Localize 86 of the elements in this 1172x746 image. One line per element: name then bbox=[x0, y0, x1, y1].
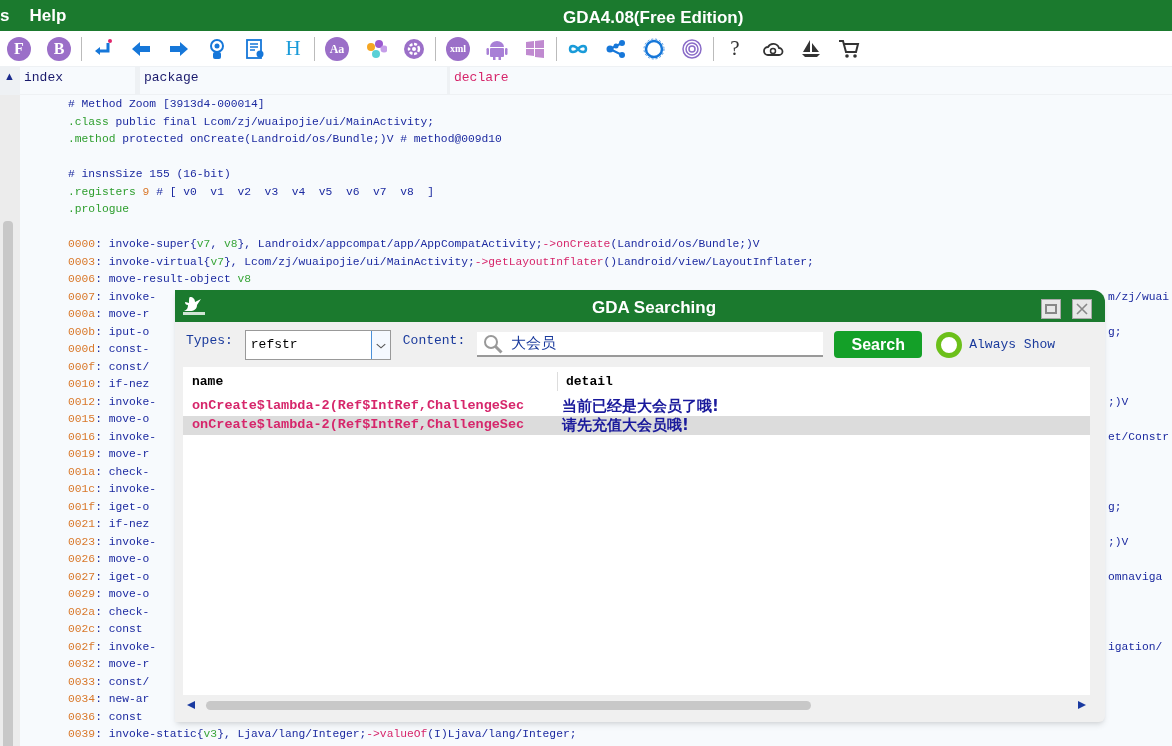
scrollbar-thumb[interactable] bbox=[206, 700, 811, 710]
code-line: 0015: move-o bbox=[68, 412, 150, 427]
code-line: 000a: move-r bbox=[68, 307, 150, 322]
code-line: 0021: if-nez bbox=[68, 517, 150, 532]
content-field[interactable]: 大会员 bbox=[477, 332, 824, 357]
column-header[interactable]: package bbox=[140, 67, 447, 94]
types-dropdown[interactable]: refstr bbox=[244, 329, 391, 360]
menu-item[interactable]: Help bbox=[29, 2, 67, 29]
scroll-left-icon[interactable] bbox=[186, 700, 196, 710]
menu-item[interactable]: s bbox=[0, 2, 30, 29]
sort-arrow-icon[interactable]: ▲ bbox=[0, 68, 20, 85]
result-row[interactable]: onCreate$lambda-2(Ref$IntRef,ChallengeSec 请先充值大会员哦! bbox=[183, 416, 1090, 435]
ring-icon[interactable] bbox=[643, 37, 665, 60]
settings-icon[interactable] bbox=[403, 37, 425, 60]
code-line: 0032: move-r bbox=[68, 657, 150, 672]
code-line: 000b: iput-o bbox=[68, 324, 150, 340]
code-line: 002f: invoke- bbox=[68, 639, 157, 655]
code-line: g; bbox=[1108, 324, 1122, 340]
toolbar-button[interactable]: Aa bbox=[325, 36, 349, 61]
code-line: 0006: move-result-object v8 bbox=[68, 272, 252, 287]
toolbar-button[interactable]: F bbox=[7, 36, 31, 61]
code-line: .prologue bbox=[68, 202, 129, 217]
code-line: 0039: invoke-static{v3}, Ljava/lang/Integer;->valueOf(I)Ljava/lang/Integer; bbox=[68, 727, 577, 742]
code-line: g; bbox=[1108, 499, 1122, 515]
code-line: 0023: invoke- bbox=[68, 534, 157, 550]
code-line: 0003: invoke-virtual{v7}, Lcom/zj/wuaipojie/ui/MainActivity;->getLayoutInflater()Landroid/view/LayoutInflater; bbox=[68, 254, 814, 270]
document-icon[interactable] bbox=[244, 37, 266, 60]
code-line: 0010: if-nez bbox=[68, 377, 150, 392]
code-line: 0019: move-r bbox=[68, 447, 150, 462]
code-line: m/zj/wuai bbox=[1108, 289, 1169, 305]
code-line: # insnsSize 155 (16-bit) bbox=[68, 167, 231, 182]
table-cell-text: onCreate$lambda-2(Ref$IntRef,ChallengeSec bbox=[191, 397, 526, 416]
code-line: 000d: const- bbox=[68, 342, 150, 357]
dropdown-caret-icon[interactable] bbox=[370, 330, 390, 359]
code-line: 001a: check- bbox=[68, 464, 150, 480]
code-line: 002a: check- bbox=[68, 604, 150, 620]
code-line: # Method Zoom [3913d4-000014] bbox=[68, 97, 265, 112]
types-label: Types: bbox=[186, 331, 233, 350]
column-header[interactable]: declare bbox=[450, 67, 1172, 94]
scroll-right-icon[interactable] bbox=[1077, 700, 1087, 710]
code-line: 001c: invoke- bbox=[68, 482, 157, 497]
code-line: 0000: invoke-super{v7, v8}, Landroidx/appcompat/app/AppCompatActivity;->onCreate(Landroid/os/Bundle;)V bbox=[68, 237, 760, 252]
share-nodes-icon[interactable] bbox=[605, 37, 627, 60]
scrollbar[interactable] bbox=[0, 95, 20, 746]
always-show-radio[interactable] bbox=[936, 331, 963, 358]
cart-icon[interactable] bbox=[838, 37, 860, 60]
toolbar-button[interactable]: B bbox=[47, 36, 71, 61]
column-header[interactable]: index bbox=[20, 67, 135, 94]
scrollbar-thumb[interactable] bbox=[3, 221, 13, 746]
always-show-label: Always Show bbox=[969, 335, 1056, 354]
maximize-button[interactable] bbox=[1041, 299, 1061, 319]
table-cell-text: onCreate$lambda-2(Ref$IntRef,ChallengeSec bbox=[191, 416, 526, 435]
code-line: 000f: const/ bbox=[68, 359, 150, 375]
code-line: omnaviga bbox=[1108, 569, 1163, 585]
window-title: GDA4.08(Free Edition) bbox=[563, 7, 744, 29]
code-line: ;)V bbox=[1108, 534, 1129, 550]
code-line: 0007: invoke- bbox=[68, 289, 157, 305]
code-line: 0012: invoke- bbox=[68, 394, 157, 410]
code-line: 0026: move-o bbox=[68, 552, 150, 567]
content-label: Content: bbox=[402, 331, 466, 350]
column-header[interactable]: detail bbox=[558, 371, 613, 391]
code-line: 0029: move-o bbox=[68, 587, 150, 602]
toolbar-button[interactable]: xml bbox=[446, 36, 470, 61]
close-button[interactable] bbox=[1072, 299, 1092, 319]
code-line: 0027: iget-o bbox=[68, 569, 150, 585]
code-line: 001f: iget-o bbox=[68, 499, 150, 515]
logo-icon bbox=[181, 295, 207, 317]
code-line: et/Constr bbox=[1108, 429, 1169, 445]
dialog-title: GDA Searching bbox=[592, 297, 717, 319]
search-icon bbox=[483, 333, 504, 354]
toolbar-button[interactable]: ? bbox=[724, 36, 746, 61]
code-line: 0034: new-ar bbox=[68, 692, 150, 707]
code-line: .method protected onCreate(Landroid/os/Bundle;)V # method@009d10 bbox=[68, 132, 502, 147]
code-line: ;)V bbox=[1108, 394, 1129, 410]
code-line: 0036: const bbox=[68, 709, 143, 725]
code-line: 0033: const/ bbox=[68, 674, 150, 690]
code-line: igation/ bbox=[1108, 639, 1163, 655]
column-header[interactable]: name bbox=[183, 371, 558, 391]
code-line: 0016: invoke- bbox=[68, 429, 157, 445]
code-line: .class public final Lcom/zj/wuaipojie/ui/MainActivity; bbox=[68, 114, 435, 130]
table-cell-text: 请先充值大会员哦! bbox=[560, 415, 689, 437]
code-line: 002c: const bbox=[68, 622, 143, 637]
hexagon-cluster-icon[interactable] bbox=[365, 37, 387, 60]
windows-icon[interactable] bbox=[524, 37, 546, 60]
table-cell-text: 当前已经是大会员了哦! bbox=[561, 396, 719, 417]
code-line: .registers 9 # [ v0 v1 v2 v3 v4 v5 v6 v7 v8 ] bbox=[68, 184, 435, 200]
